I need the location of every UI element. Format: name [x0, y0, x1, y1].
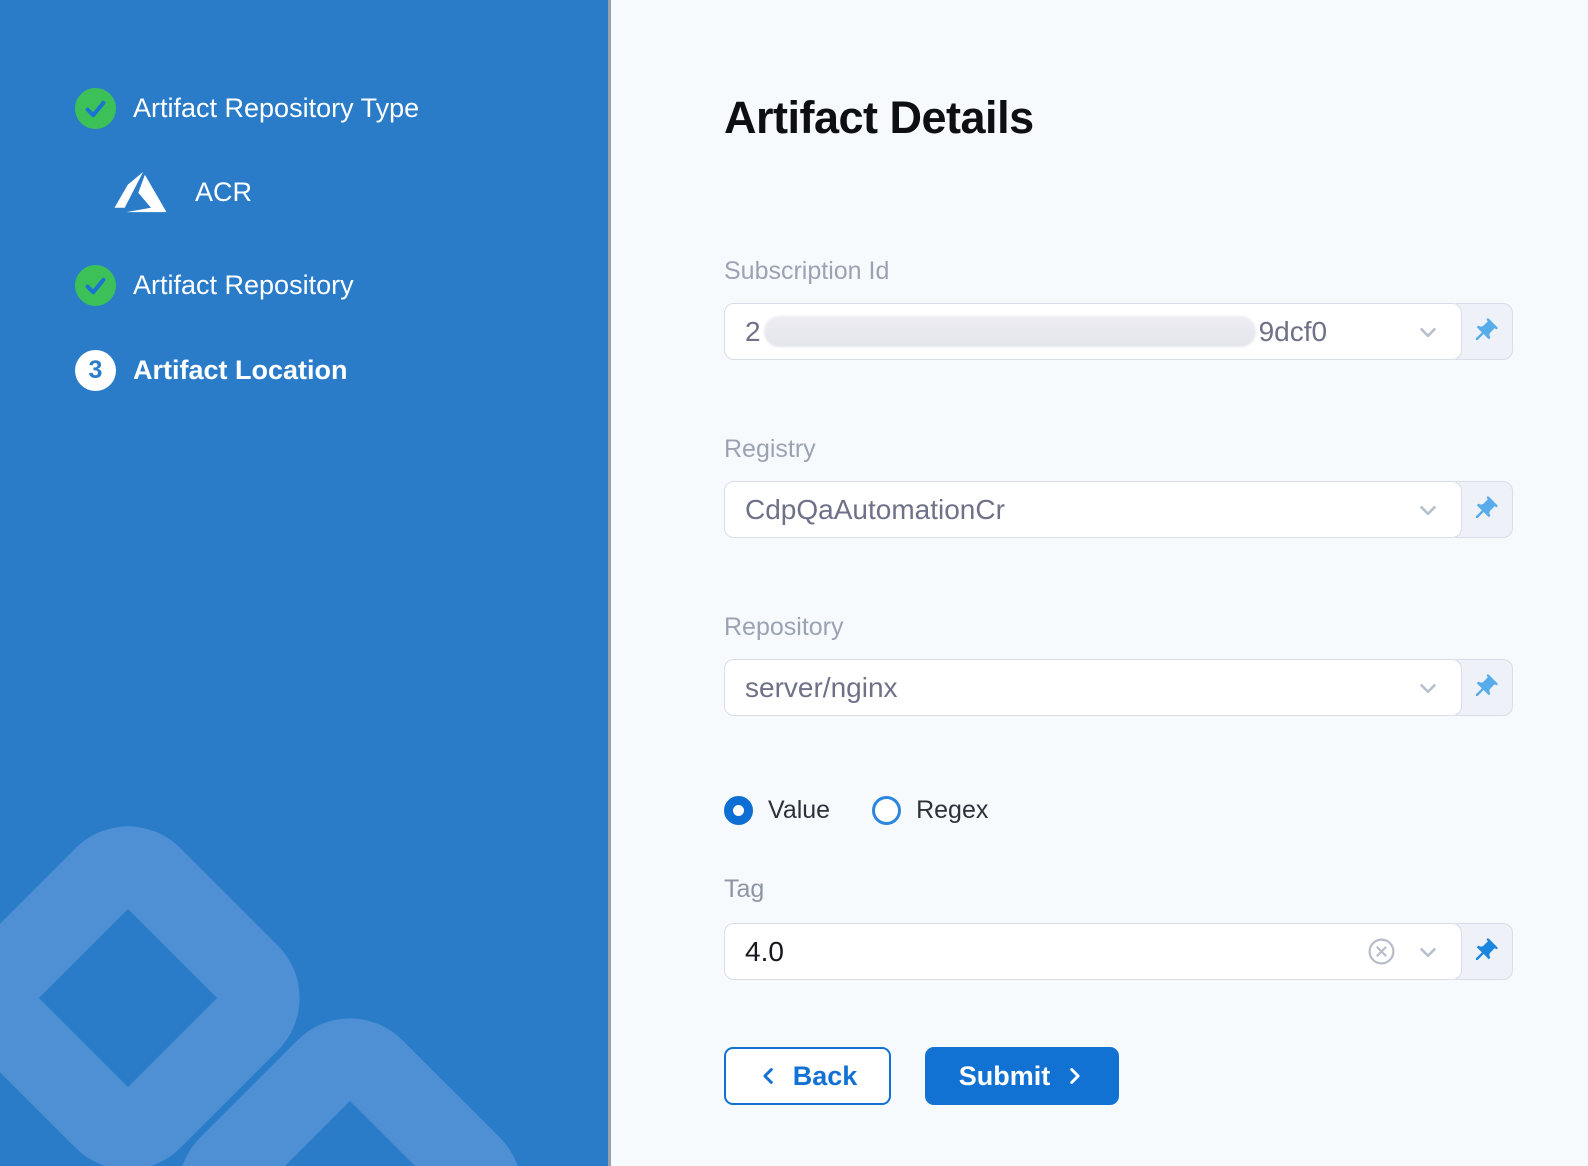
subscription-id-field: 2 9dcf0 — [724, 303, 1513, 360]
tag-field — [724, 923, 1513, 980]
step-artifact-location[interactable]: 3 Artifact Location — [75, 350, 348, 391]
sidebar-divider — [608, 0, 611, 1166]
step-label: Artifact Location — [133, 355, 348, 386]
step-complete-check-icon — [75, 265, 116, 306]
pin-icon — [1470, 673, 1499, 702]
selected-repo-type-acr[interactable]: ACR — [112, 166, 252, 218]
pin-icon — [1470, 495, 1499, 524]
subscription-id-value-end: 9dcf0 — [1259, 316, 1328, 348]
regex-radio-label: Regex — [916, 796, 988, 825]
value-radio-label: Value — [768, 796, 830, 825]
repo-type-label: ACR — [195, 177, 252, 208]
step-label: Artifact Repository Type — [133, 93, 419, 124]
chevron-down-icon[interactable] — [1415, 675, 1441, 701]
registry-label: Registry — [724, 435, 816, 464]
submit-button-label: Submit — [959, 1061, 1051, 1092]
artifact-wizard: Artifact Repository Type ACR Artifact Re… — [0, 0, 1588, 1166]
chevron-right-icon — [1063, 1065, 1085, 1087]
match-mode-radio-group: Value Regex — [724, 796, 988, 825]
chevron-down-icon[interactable] — [1415, 939, 1441, 965]
subscription-id-value-start: 2 — [745, 316, 761, 348]
step-artifact-repository[interactable]: Artifact Repository — [75, 265, 354, 306]
repository-value: server/nginx — [745, 672, 898, 704]
pin-icon — [1470, 937, 1499, 966]
tag-label: Tag — [724, 875, 764, 904]
pin-icon — [1470, 317, 1499, 346]
step-label: Artifact Repository — [133, 270, 354, 301]
repository-label: Repository — [724, 613, 844, 642]
step-artifact-repository-type[interactable]: Artifact Repository Type — [75, 88, 419, 129]
step-number-badge: 3 — [75, 350, 116, 391]
tag-input-wrap — [724, 923, 1462, 980]
back-button[interactable]: Back — [724, 1047, 891, 1105]
subscription-id-label: Subscription Id — [724, 257, 889, 286]
regex-radio[interactable] — [872, 796, 901, 825]
wizard-sidebar: Artifact Repository Type ACR Artifact Re… — [0, 0, 608, 1166]
registry-field: CdpQaAutomationCr — [724, 481, 1513, 538]
tag-input[interactable] — [745, 936, 1366, 968]
value-radio[interactable] — [724, 796, 753, 825]
subscription-id-select[interactable]: 2 9dcf0 — [724, 303, 1462, 360]
page-title: Artifact Details — [724, 92, 1034, 144]
chevron-down-icon[interactable] — [1415, 497, 1441, 523]
registry-value: CdpQaAutomationCr — [745, 494, 1005, 526]
chevron-left-icon — [758, 1065, 780, 1087]
back-button-label: Back — [793, 1061, 858, 1092]
chevron-down-icon[interactable] — [1415, 319, 1441, 345]
step-complete-check-icon — [75, 88, 116, 129]
azure-logo-icon — [112, 166, 169, 218]
repository-select[interactable]: server/nginx — [724, 659, 1462, 716]
registry-select[interactable]: CdpQaAutomationCr — [724, 481, 1462, 538]
submit-button[interactable]: Submit — [925, 1047, 1119, 1105]
clear-icon[interactable] — [1366, 936, 1397, 967]
redacted-value-blur — [764, 316, 1256, 347]
repository-field: server/nginx — [724, 659, 1513, 716]
